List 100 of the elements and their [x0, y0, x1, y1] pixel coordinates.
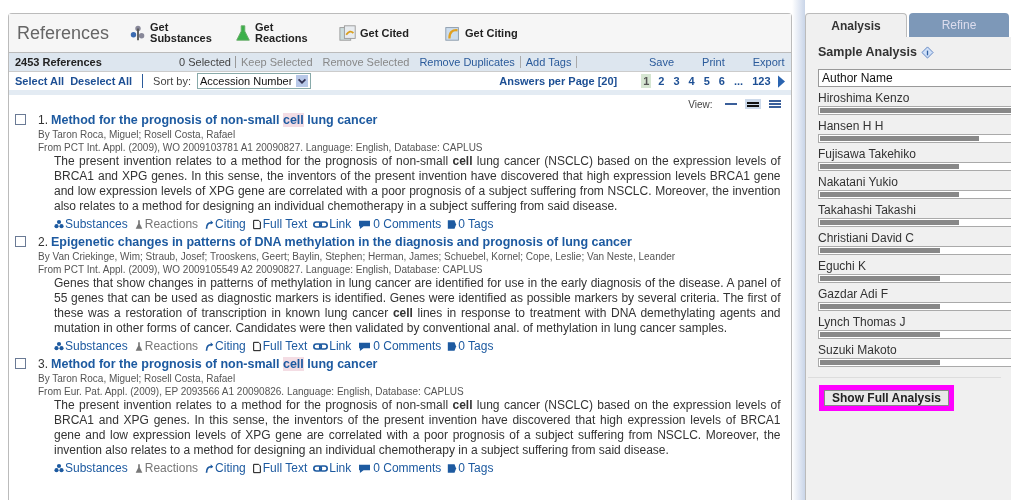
reference-action-link[interactable]: Substances: [54, 339, 128, 353]
toolbar-link[interactable]: Export: [752, 56, 785, 68]
documents-icon: [339, 24, 358, 42]
panel-title: References: [17, 22, 110, 44]
author-name: Lynch Thomas J: [818, 314, 907, 330]
author-name: Suzuki Makoto: [818, 342, 898, 358]
author-name: Gazdar Adi F: [818, 286, 890, 302]
molecule-icon: [54, 340, 64, 352]
reference-action-link[interactable]: 0 Comments: [357, 461, 442, 475]
sort-label: Sort by:: [153, 75, 191, 87]
flask-icon: [133, 462, 144, 474]
tool-link[interactable]: Get Substances: [129, 22, 221, 44]
reference-action-link[interactable]: Substances: [54, 461, 128, 475]
link-icon: [313, 462, 329, 474]
analysis-dropdown[interactable]: Author Name: [818, 69, 1011, 87]
toolbar-link[interactable]: Save: [649, 56, 675, 68]
reference-number: 3.: [38, 357, 48, 371]
reference-title-link[interactable]: Epigenetic changes in patterns of DNA methylation in the diagnosis and prognosis of lung cancer: [51, 235, 632, 249]
abstract-text: Genes that show changes in patterns of methylation in lung cancer are identified for use in the early diagnosis of the disease. A panel of 55 genes that can be used as diagnostic markers is identified. Genes were identified as possible markers by several criteria. The first of these was a restoration of transcription in known lung cancer cell lines in response to treatment with DNA demethylating agents and mutation in other forms of cancer. Candidates were then validated by conventional anal. of methylation in lung cancer samples.: [54, 276, 781, 336]
analysis-heading: Sample Analysis: [818, 45, 917, 59]
reference-action-link[interactable]: Citing: [204, 339, 246, 353]
speech-bubble-icon: [357, 218, 373, 230]
abstract-text: The present invention relates to a method for the prognosis of non-small cell lung cancer (NSCLC) based on the expression levels of BRCA1 and XPG genes. In this sense, the inventors of the present invention have discovered that high expression levels of BRCA1 gene and low expression levels of XPG gene are correlated with a poor prognosis of a subject suffering from NSCLC. Moreover, the invention also relates to a method for designing an individual chemotherapy in a subject suffering from said disease.: [54, 398, 781, 458]
source-text: From Eur. Pat. Appl. (2009), EP 2093566 A1 20090826. Language: English, Database: CAPLUS: [38, 385, 465, 398]
show-full-analysis-button[interactable]: Show Full Analysis: [822, 388, 951, 408]
tag-icon: [447, 218, 458, 230]
reference-action-link[interactable]: 0 Comments: [357, 217, 442, 231]
speech-bubble-icon: [357, 462, 373, 474]
reference-action-link[interactable]: 0 Tags: [447, 217, 494, 231]
abstract-text: The present invention relates to a method for the prognosis of non-small cell lung cancer (NSCLC) based on the expression levels of BRCA1 and XPG genes. In this sense, the inventors of the present invention have discovered that high expression levels BRCA1 gene and low expression levels of XPG gene are correlated with a poor prognosis of a subject suffering from NSCLC. Moreover, the invention also relates to a method for designing an individual chemotherapy in a subject suffering from said disease.: [54, 154, 781, 214]
document-icon: [251, 462, 262, 474]
author-name: Fujisawa Takehiko: [818, 146, 917, 162]
tool-link[interactable]: Get Reactions: [234, 22, 326, 44]
lines-icon: [746, 101, 759, 107]
page-link[interactable]: 4: [686, 74, 697, 88]
document-icon: [251, 218, 262, 230]
next-page-icon[interactable]: [777, 74, 785, 88]
reference-action-link[interactable]: Citing: [204, 461, 246, 475]
curved-arrow-icon: [204, 218, 215, 230]
page-link[interactable]: ...: [731, 74, 746, 88]
view-option[interactable]: [744, 99, 761, 109]
source-text: From PCT Int. Appl. (2009), WO 2009105549 A2 20090827. Language: English, Database: CAPLUS: [38, 263, 484, 276]
curved-arrow-icon: [204, 340, 215, 352]
speech-bubble-icon: [357, 340, 373, 352]
authors-text: By Taron Roca, Miguel; Rosell Costa, Rafael: [38, 372, 237, 385]
curved-arrow-icon: [204, 462, 215, 474]
reference-action-link[interactable]: Citing: [204, 217, 246, 231]
tool-link[interactable]: Get Citing: [444, 24, 536, 42]
flask-icon: [133, 218, 144, 230]
flask-icon: [133, 340, 144, 352]
reference-action-link[interactable]: Substances: [54, 217, 128, 231]
reference-title-link[interactable]: Method for the prognosis of non-small cell lung cancer: [51, 113, 378, 127]
author-name: Takahashi Takashi: [818, 202, 917, 218]
source-text: From PCT Int. Appl. (2009), WO 2009103781 A1 20090827. Language: English, Database: CAPLUS: [38, 141, 484, 154]
toolbar-link[interactable]: Print: [702, 56, 725, 68]
view-option[interactable]: [766, 99, 783, 109]
dropdown-arrow-icon: [296, 75, 309, 87]
reference-action-link[interactable]: Link: [313, 461, 352, 475]
reference-action-link[interactable]: Full Text: [251, 339, 308, 353]
molecule-icon: [54, 462, 64, 474]
flask-icon: [234, 24, 253, 42]
tab[interactable]: Analysis: [805, 13, 907, 37]
reference-action-link[interactable]: Full Text: [251, 217, 308, 231]
page-link[interactable]: 2: [656, 74, 667, 88]
page-link[interactable]: 123: [750, 74, 773, 88]
reference-count: 2453 References: [15, 56, 103, 68]
deselect-all-link[interactable]: Deselect All: [70, 75, 133, 87]
reference-action-link[interactable]: Link: [313, 339, 352, 353]
page-link[interactable]: 1: [641, 74, 652, 88]
tag-icon: [447, 462, 458, 474]
page-link[interactable]: 6: [716, 74, 727, 88]
select-all-link[interactable]: Select All: [15, 75, 65, 87]
lines-icon: [724, 103, 737, 105]
link-icon: [313, 340, 329, 352]
tag-icon: [447, 340, 458, 352]
page-link[interactable]: 3: [671, 74, 682, 88]
page-link[interactable]: 5: [701, 74, 712, 88]
author-name: Nakatani Yukio: [818, 174, 899, 190]
checkbox[interactable]: [15, 114, 26, 125]
reference-action-link[interactable]: Link: [313, 217, 352, 231]
answers-per-page-link[interactable]: Answers per Page [20]: [499, 75, 618, 87]
tool-link[interactable]: Get Cited: [339, 24, 431, 42]
toolbar-link[interactable]: Add Tags: [520, 56, 578, 68]
reference-action-link[interactable]: 0 Tags: [447, 461, 494, 475]
authors-text: By Van Criekinge, Wim; Straub, Josef; Trooskens, Geert; Baylin, Stephen; Herman, James; Schuebel, Kornel; Cope, Leslie; Van Neste, Leander: [38, 250, 677, 263]
reference-action-link[interactable]: 0 Comments: [357, 339, 442, 353]
reference-action-link[interactable]: 0 Tags: [447, 339, 494, 353]
molecule-icon: [54, 218, 64, 230]
view-label: View:: [688, 98, 713, 110]
toolbar-link[interactable]: Remove Duplicates: [414, 56, 521, 68]
authors-text: By Taron Roca, Miguel; Rosell Costa, Rafael: [38, 128, 237, 141]
sort-dropdown[interactable]: Accession Number: [197, 73, 312, 89]
reference-title-link[interactable]: Method for the prognosis of non-small cell lung cancer: [51, 357, 378, 371]
checkbox[interactable]: [15, 358, 26, 369]
checkbox[interactable]: [15, 236, 26, 247]
reference-action-link[interactable]: Full Text: [251, 461, 308, 475]
author-name: Christiani David C: [818, 230, 916, 246]
author-name: Eguchi K: [818, 258, 868, 274]
document-icon: [251, 340, 262, 352]
author-name: Hansen H H: [818, 118, 885, 134]
